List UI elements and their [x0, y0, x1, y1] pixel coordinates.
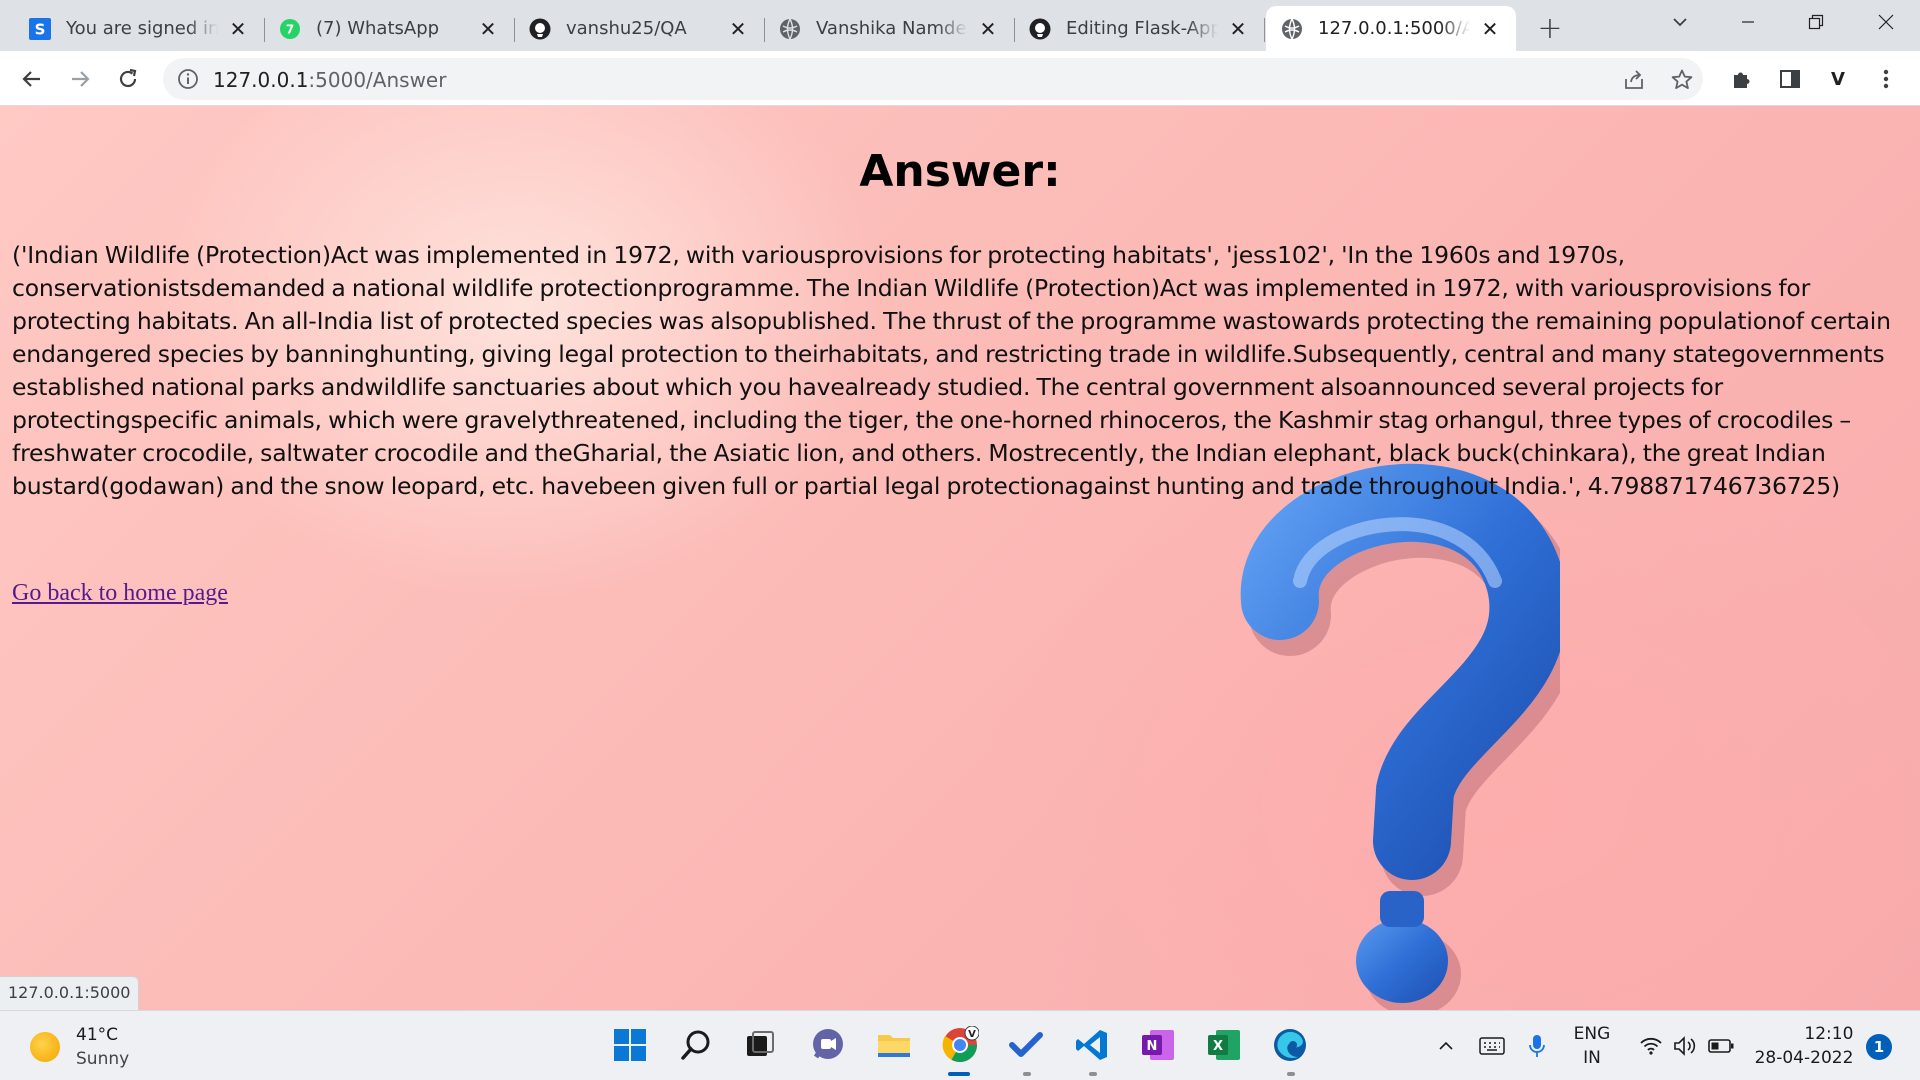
whatsapp-icon: 7: [278, 17, 302, 41]
tab-title: (7) WhatsApp: [316, 18, 440, 39]
svg-text:V: V: [968, 1029, 976, 1040]
sun-icon: [30, 1032, 60, 1062]
back-icon[interactable]: [14, 61, 50, 97]
lang-region: IN: [1583, 1048, 1601, 1068]
battery-icon[interactable]: [1704, 1011, 1738, 1080]
reload-icon[interactable]: [110, 61, 146, 97]
tab-whatsapp[interactable]: 7 (7) WhatsApp ✕: [264, 6, 515, 51]
weather-temp: 41°C: [76, 1025, 119, 1045]
weather-condition: Sunny: [76, 1049, 130, 1069]
restore-icon[interactable]: [1788, 0, 1844, 44]
onenote-icon[interactable]: N: [1138, 1025, 1178, 1065]
search-icon[interactable]: [676, 1025, 716, 1065]
new-tab-button[interactable]: +: [1530, 10, 1570, 46]
lang-code: ENG: [1573, 1024, 1611, 1044]
windows-start-icon[interactable]: [610, 1025, 650, 1065]
page-viewport: Answer: ('Indian Wildlife (Protection)Ac…: [0, 106, 1920, 1010]
answer-text: ('Indian Wildlife (Protection)Act was im…: [12, 241, 1891, 500]
excel-icon[interactable]: X: [1204, 1025, 1244, 1065]
svg-text:S: S: [35, 20, 46, 38]
question-mark-image: [1240, 463, 1560, 1010]
github-icon: [1028, 17, 1052, 41]
windows-taskbar: 41°C Sunny V N X ENG IN 12:10 28-04-2022…: [0, 1010, 1920, 1080]
close-icon[interactable]: ✕: [726, 17, 750, 41]
file-explorer-icon[interactable]: [874, 1025, 914, 1065]
url-host: 127.0.0.1: [213, 68, 309, 92]
tab-signed-in[interactable]: S You are signed in as ✕: [14, 6, 265, 51]
tab-separator: [1264, 18, 1265, 42]
active-app-indicator: [948, 1072, 970, 1076]
profile-avatar[interactable]: V: [1824, 65, 1852, 93]
forward-icon[interactable]: [62, 61, 98, 97]
tab-github-qa[interactable]: vanshu25/QA ✕: [514, 6, 765, 51]
menu-kebab-icon[interactable]: [1868, 61, 1904, 97]
tab-title: Editing Flask-App-f: [1066, 18, 1218, 39]
microphone-icon[interactable]: [1520, 1011, 1554, 1080]
url-text[interactable]: 127.0.0.1:5000/Answer: [213, 68, 446, 92]
todo-icon[interactable]: [1006, 1025, 1046, 1065]
status-bubble-url: 127.0.0.1:5000: [0, 976, 140, 1010]
svg-text:N: N: [1147, 1039, 1158, 1054]
chevron-up-icon[interactable]: [1430, 1011, 1462, 1080]
browser-toolbar: 127.0.0.1:5000/Answer V: [0, 51, 1920, 106]
wifi-icon[interactable]: [1634, 1011, 1668, 1080]
running-indicator: [1089, 1072, 1097, 1076]
close-icon[interactable]: ✕: [1226, 17, 1250, 41]
close-icon[interactable]: ✕: [226, 17, 250, 41]
github-icon: [528, 17, 552, 41]
running-indicator: [1287, 1072, 1295, 1076]
share-icon[interactable]: [1621, 67, 1647, 93]
tab-title: Vanshika Namdev: [816, 18, 968, 39]
tab-editing-flask[interactable]: Editing Flask-App-f ✕: [1014, 6, 1265, 51]
tab-search-chevron-down-icon[interactable]: [1652, 0, 1708, 44]
tab-title: vanshu25/QA: [566, 18, 687, 39]
weather-widget[interactable]: 41°C Sunny: [30, 1023, 129, 1071]
chrome-icon[interactable]: V: [940, 1025, 980, 1065]
clock-time: 12:10: [1804, 1024, 1854, 1044]
bookmark-star-icon[interactable]: [1669, 67, 1695, 93]
s-square-icon: S: [28, 17, 52, 41]
close-icon[interactable]: ✕: [476, 17, 500, 41]
teams-chat-icon[interactable]: [808, 1025, 848, 1065]
close-icon[interactable]: ✕: [1478, 17, 1502, 41]
language-indicator[interactable]: ENG IN: [1562, 1011, 1622, 1080]
tab-title: 127.0.0.1:5000/Answ: [1318, 18, 1470, 39]
svg-text:X: X: [1213, 1039, 1223, 1054]
clock[interactable]: 12:10 28-04-2022: [1748, 1011, 1860, 1080]
svg-text:7: 7: [286, 22, 294, 36]
home-page-link[interactable]: Go back to home page: [12, 580, 228, 607]
edge-icon[interactable]: [1270, 1025, 1310, 1065]
side-panel-icon[interactable]: [1772, 61, 1808, 97]
tab-strip: S You are signed in as ✕ 7 (7) WhatsApp …: [0, 0, 1920, 51]
site-info-icon[interactable]: [177, 68, 199, 90]
running-indicator: [1023, 1072, 1031, 1076]
globe-icon: [1280, 17, 1304, 41]
url-path: :5000/Answer: [308, 68, 447, 92]
tab-title: You are signed in as: [66, 18, 218, 39]
page-title: Answer:: [859, 146, 1061, 197]
window-close-icon[interactable]: [1858, 0, 1914, 44]
clock-date: 28-04-2022: [1754, 1048, 1854, 1068]
keyboard-icon[interactable]: [1474, 1011, 1510, 1080]
tab-vanshika[interactable]: Vanshika Namdev ✕: [764, 6, 1015, 51]
notification-badge[interactable]: 1: [1866, 1034, 1892, 1060]
extensions-puzzle-icon[interactable]: [1724, 61, 1760, 97]
vscode-icon[interactable]: [1072, 1025, 1112, 1065]
task-view-icon[interactable]: [740, 1025, 780, 1065]
volume-icon[interactable]: [1668, 1011, 1702, 1080]
minimize-icon[interactable]: [1720, 0, 1776, 44]
globe-icon: [778, 17, 802, 41]
close-icon[interactable]: ✕: [976, 17, 1000, 41]
tab-answer-active[interactable]: 127.0.0.1:5000/Answ ✕: [1266, 6, 1516, 51]
address-bar[interactable]: 127.0.0.1:5000/Answer: [163, 58, 1703, 100]
